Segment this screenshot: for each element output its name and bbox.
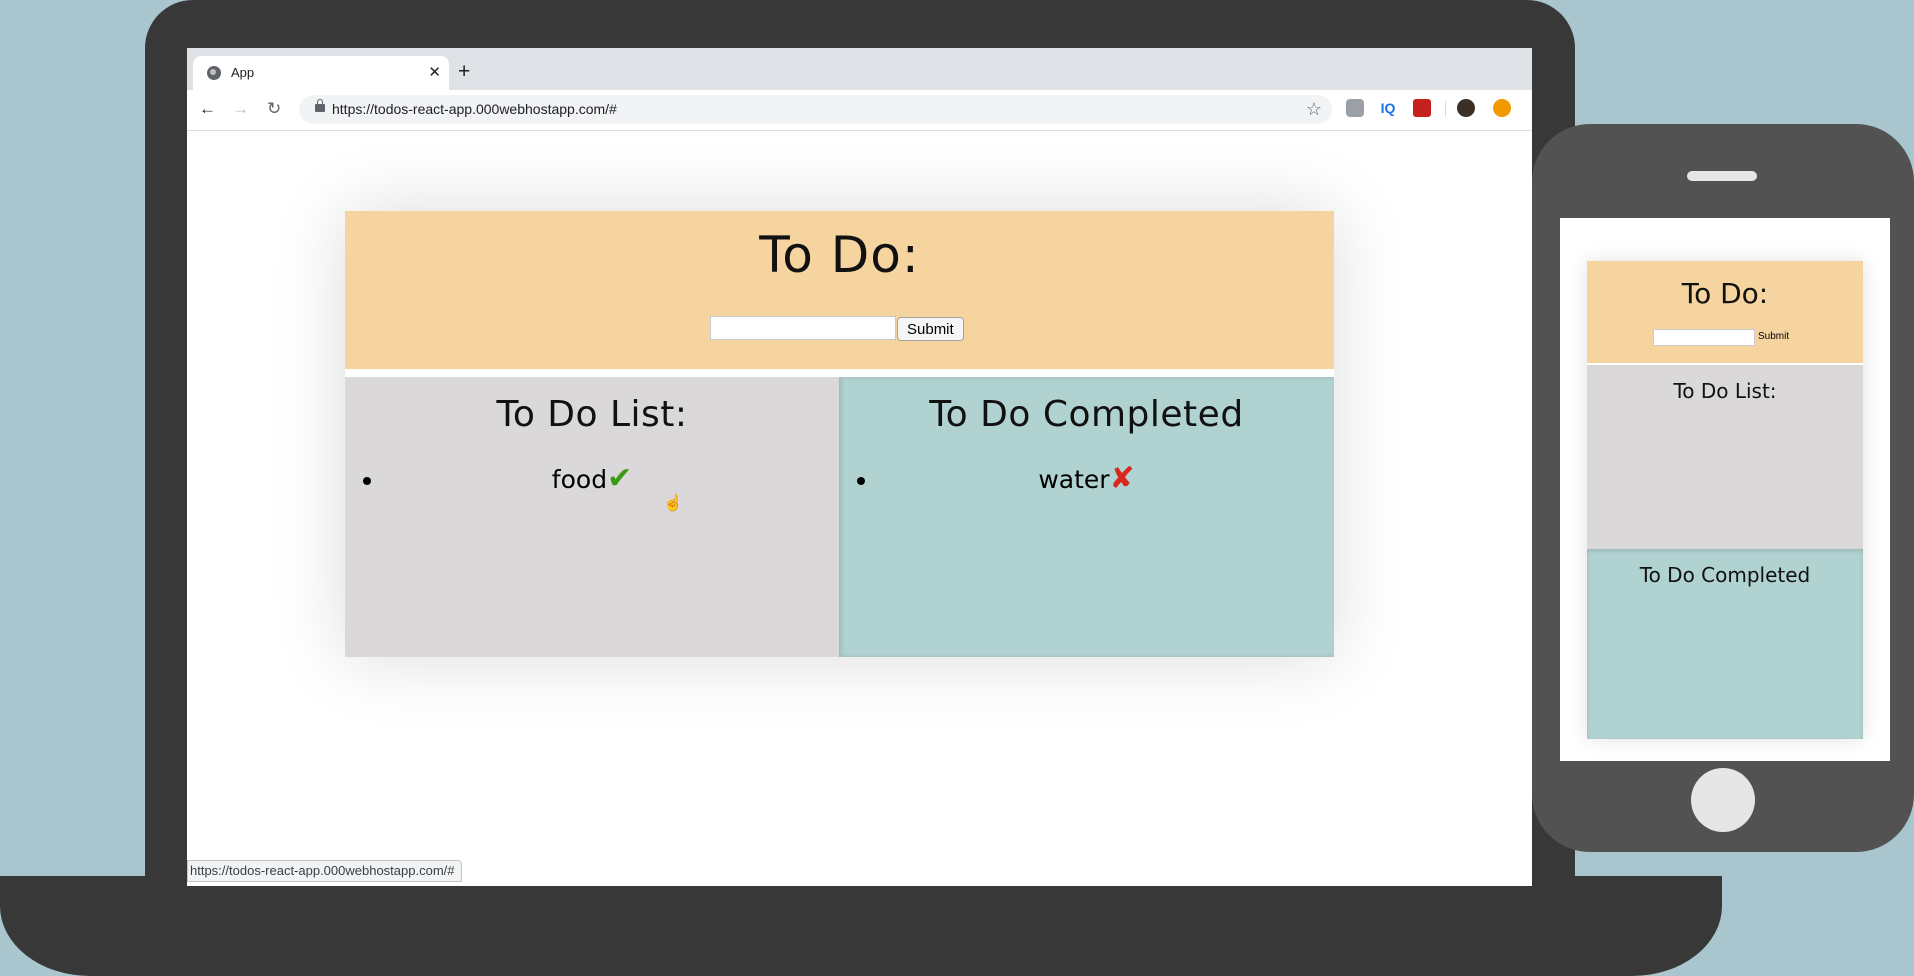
tab-strip: App ✕ + xyxy=(187,48,1532,90)
submit-button[interactable]: Submit xyxy=(897,317,964,341)
laptop-base xyxy=(0,876,1722,976)
completed-list: water✘ xyxy=(839,461,1334,496)
todo-app: To Do: Submit To Do List: food✔ ☝ To Do … xyxy=(345,211,1334,657)
address-bar[interactable]: https://todos-react-app.000webhostapp.co… xyxy=(299,95,1332,124)
mobile-todo-app: To Do: Submit To Do List: To Do Complete… xyxy=(1587,261,1863,739)
browser-window: App ✕ + ← → ↻ https://todos-react-app.00… xyxy=(187,48,1532,886)
phone-speaker xyxy=(1687,171,1757,181)
orange-extension-icon[interactable] xyxy=(1493,99,1511,117)
camera-extension-icon[interactable] xyxy=(1346,99,1364,117)
todo-input[interactable] xyxy=(710,316,896,340)
app-header: To Do: Submit xyxy=(345,211,1334,369)
browser-tab[interactable]: App ✕ xyxy=(193,56,449,90)
mobile-app-header: To Do: Submit xyxy=(1587,261,1863,363)
mobile-page-title: To Do: xyxy=(1681,277,1769,310)
mobile-todo-list-panel: To Do List: xyxy=(1587,365,1863,549)
phone-frame: To Do: Submit To Do List: To Do Complete… xyxy=(1532,124,1914,852)
phone-screen: To Do: Submit To Do List: To Do Complete… xyxy=(1560,218,1890,761)
completed-list-title: To Do Completed xyxy=(929,394,1244,435)
todo-list-panel: To Do List: food✔ ☝ xyxy=(345,377,839,657)
url-text[interactable]: https://todos-react-app.000webhostapp.co… xyxy=(332,101,617,117)
phone-home-button xyxy=(1691,768,1755,832)
back-arrow-icon[interactable]: ← xyxy=(199,99,216,119)
hand-cursor-icon: ☝ xyxy=(663,495,683,512)
completed-item-text: water xyxy=(1038,465,1110,494)
list-item: food✔ xyxy=(385,461,839,496)
reload-icon[interactable]: ↻ xyxy=(267,99,281,119)
mobile-completed-list-panel: To Do Completed xyxy=(1587,549,1863,739)
status-url-bubble: https://todos-react-app.000webhostapp.co… xyxy=(187,860,462,882)
completed-list-panel: To Do Completed water✘ xyxy=(839,377,1334,657)
mobile-submit-button[interactable]: Submit xyxy=(1758,331,1789,342)
page-title: To Do: xyxy=(759,226,920,284)
bookmark-star-icon[interactable]: ☆ xyxy=(1306,99,1322,120)
lock-icon xyxy=(315,99,325,112)
close-tab-icon[interactable]: ✕ xyxy=(428,63,441,81)
profile-avatar[interactable] xyxy=(1457,99,1475,117)
new-tab-button[interactable]: + xyxy=(458,61,470,82)
red-extension-icon[interactable] xyxy=(1413,99,1431,117)
todo-item-text: food xyxy=(551,465,608,494)
forward-arrow-icon[interactable]: → xyxy=(232,99,249,119)
cross-icon[interactable]: ✘ xyxy=(1110,461,1135,496)
todo-list: food✔ xyxy=(345,461,839,496)
list-item: water✘ xyxy=(879,461,1334,496)
check-icon[interactable]: ✔ xyxy=(607,461,632,496)
mobile-completed-list-title: To Do Completed xyxy=(1639,563,1811,587)
globe-icon xyxy=(207,66,221,80)
toolbar-divider xyxy=(1445,101,1446,117)
browser-toolbar: ← → ↻ https://todos-react-app.000webhost… xyxy=(187,90,1532,131)
tab-title: App xyxy=(231,65,255,80)
mobile-todo-list-title: To Do List: xyxy=(1673,379,1777,403)
iq-extension-icon[interactable]: IQ xyxy=(1379,99,1397,117)
mobile-todo-input[interactable] xyxy=(1653,329,1755,346)
todo-list-title: To Do List: xyxy=(496,394,688,435)
